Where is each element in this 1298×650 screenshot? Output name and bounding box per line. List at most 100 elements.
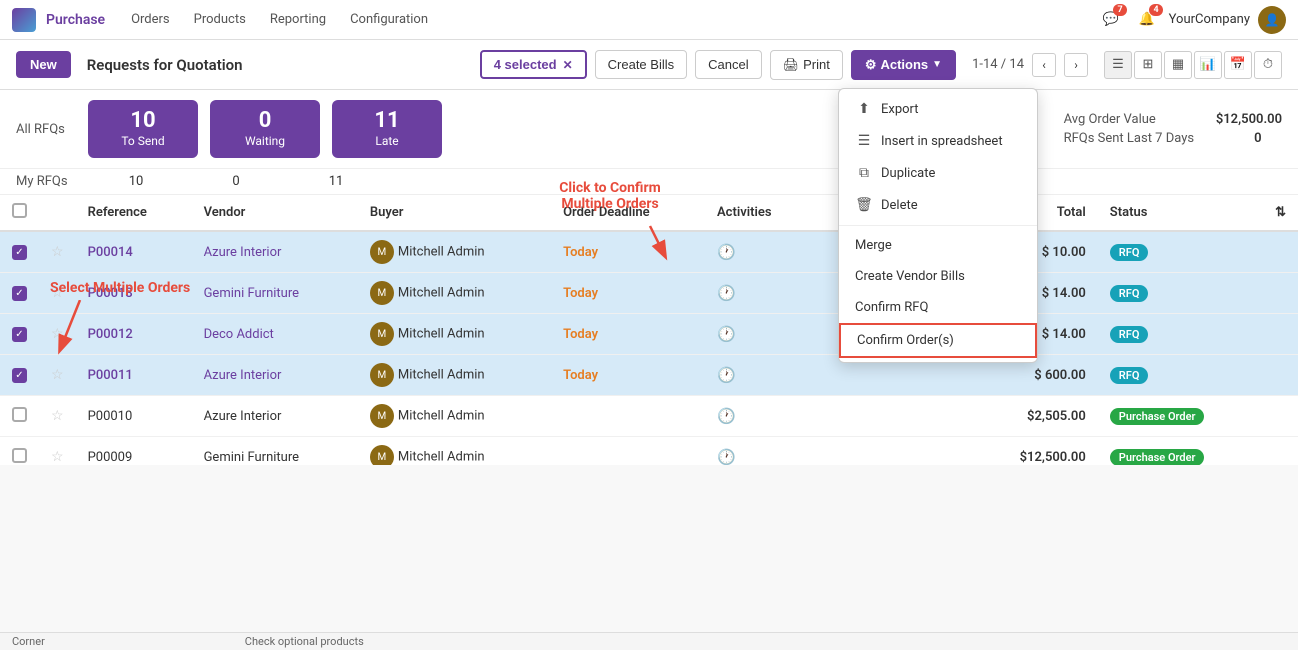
star-icon[interactable]: ☆ (51, 408, 64, 424)
row-checkbox-cell[interactable]: ✓ (0, 231, 39, 273)
export-menu-item[interactable]: ⬆ Export (839, 93, 1037, 125)
row-checkbox[interactable]: ✓ (12, 368, 27, 383)
my-rfqs-label[interactable]: My RFQs (16, 174, 76, 189)
row-checkbox-cell[interactable]: ✓ (0, 314, 39, 355)
vendor-link[interactable]: Azure Interior (204, 368, 282, 383)
confirm-orders-menu-item[interactable]: Confirm Order(s) (839, 323, 1037, 358)
row-reference[interactable]: P00012 (76, 314, 192, 355)
clear-selection-icon[interactable]: ✕ (563, 58, 573, 72)
vendor-link[interactable]: Azure Interior (204, 245, 282, 260)
row-checkbox[interactable] (12, 407, 27, 422)
reference-link[interactable]: P00013 (88, 286, 133, 301)
delete-menu-item[interactable]: 🗑 Delete (839, 189, 1037, 221)
clock-icon[interactable]: 🕐 (717, 407, 736, 425)
prev-page-button[interactable]: ‹ (1032, 53, 1056, 77)
row-reference[interactable]: P00009 (76, 437, 192, 466)
grid-view-icon[interactable]: ▦ (1164, 51, 1192, 79)
row-checkbox-cell[interactable] (0, 396, 39, 437)
row-activity[interactable]: 🕐 (705, 396, 939, 437)
waiting-card[interactable]: 0 Waiting (210, 100, 320, 158)
list-view-icon[interactable]: ☰ (1104, 51, 1132, 79)
row-star-cell[interactable]: ☆ (39, 314, 76, 355)
row-star-cell[interactable]: ☆ (39, 231, 76, 273)
reference-link[interactable]: P00014 (88, 245, 133, 260)
vendor-link[interactable]: Gemini Furniture (204, 286, 299, 301)
nav-products[interactable]: Products (184, 8, 256, 31)
print-button[interactable]: 🖨 Print (770, 50, 843, 80)
calendar-view-icon[interactable]: 📅 (1224, 51, 1252, 79)
row-star-cell[interactable]: ☆ (39, 396, 76, 437)
clock-icon[interactable]: 🕐 (717, 448, 736, 465)
merge-menu-item[interactable]: Merge (839, 230, 1037, 261)
vendor-header[interactable]: Vendor (192, 195, 358, 231)
reference-header[interactable]: Reference (76, 195, 192, 231)
star-icon[interactable]: ☆ (51, 326, 64, 342)
new-button[interactable]: New (16, 51, 71, 78)
row-status: Purchase Order (1098, 396, 1263, 437)
late-card[interactable]: 11 Late (332, 100, 442, 158)
to-send-card[interactable]: 10 To Send (88, 100, 198, 158)
app-name[interactable]: Purchase (46, 12, 105, 28)
rfqs-sent-value: 0 (1254, 131, 1261, 146)
to-send-count: 10 (108, 110, 178, 132)
row-vendor[interactable]: Deco Addict (192, 314, 358, 355)
actions-button[interactable]: ⚙ ⚙ Actions Actions ▼ (851, 50, 956, 80)
settings-header[interactable]: ⇅ (1263, 195, 1298, 231)
select-all-checkbox[interactable] (12, 203, 27, 218)
nav-reporting[interactable]: Reporting (260, 8, 336, 31)
star-icon[interactable]: ☆ (51, 285, 64, 301)
row-vendor[interactable]: Azure Interior (192, 355, 358, 396)
user-avatar[interactable]: 👤 (1258, 6, 1286, 34)
row-reference[interactable]: P00014 (76, 231, 192, 273)
reference-link[interactable]: P00011 (88, 368, 133, 383)
row-reference[interactable]: P00011 (76, 355, 192, 396)
row-checkbox-cell[interactable] (0, 437, 39, 466)
row-checkbox-cell[interactable]: ✓ (0, 273, 39, 314)
kanban-view-icon[interactable]: ⊞ (1134, 51, 1162, 79)
row-checkbox[interactable]: ✓ (12, 327, 27, 342)
row-star-cell[interactable]: ☆ (39, 273, 76, 314)
row-checkbox-cell[interactable]: ✓ (0, 355, 39, 396)
row-checkbox[interactable]: ✓ (12, 286, 27, 301)
row-checkbox[interactable] (12, 448, 27, 463)
create-bills-button[interactable]: Create Bills (595, 50, 687, 79)
clock-icon[interactable]: 🕐 (717, 366, 736, 384)
table-row: ☆ P00009 Gemini Furniture MMitchell Admi… (0, 437, 1298, 466)
star-icon[interactable]: ☆ (51, 449, 64, 465)
messages-icon[interactable]: 💬 7 (1097, 6, 1125, 34)
status-header[interactable]: Status (1098, 195, 1263, 231)
clock-icon[interactable]: 🕐 (717, 325, 736, 343)
row-vendor[interactable]: Gemini Furniture (192, 273, 358, 314)
create-vendor-bills-menu-item[interactable]: Create Vendor Bills (839, 261, 1037, 292)
nav-configuration[interactable]: Configuration (340, 8, 438, 31)
star-icon[interactable]: ☆ (51, 367, 64, 383)
row-extra (1263, 396, 1298, 437)
row-checkbox[interactable]: ✓ (12, 245, 27, 260)
star-icon[interactable]: ☆ (51, 244, 64, 260)
clock-icon[interactable]: 🕐 (717, 243, 736, 261)
rfq-badge: RFQ (1110, 326, 1149, 343)
row-star-cell[interactable]: ☆ (39, 437, 76, 466)
next-page-button[interactable]: › (1064, 53, 1088, 77)
nav-orders[interactable]: Orders (121, 8, 180, 31)
confirm-rfq-menu-item[interactable]: Confirm RFQ (839, 292, 1037, 323)
reference-link[interactable]: P00012 (88, 327, 133, 342)
notifications-icon[interactable]: 🔔 4 (1133, 6, 1161, 34)
buyer-header[interactable]: Buyer (358, 195, 551, 231)
clock-icon[interactable]: 🕐 (717, 284, 736, 302)
duplicate-menu-item[interactable]: ⧉ Duplicate (839, 157, 1037, 189)
settings-view-icon[interactable]: ⏱ (1254, 51, 1282, 79)
row-star-cell[interactable]: ☆ (39, 355, 76, 396)
vendor-link[interactable]: Deco Addict (204, 327, 274, 342)
cancel-button[interactable]: Cancel (695, 50, 761, 79)
insert-spreadsheet-menu-item[interactable]: ☰ Insert in spreadsheet (839, 125, 1037, 157)
selected-count-button[interactable]: 4 selected ✕ (480, 50, 587, 79)
chart-view-icon[interactable]: 📊 (1194, 51, 1222, 79)
all-rfqs-label[interactable]: All RFQs (16, 122, 76, 137)
select-all-header[interactable] (0, 195, 39, 231)
row-vendor[interactable]: Azure Interior (192, 231, 358, 273)
row-reference[interactable]: P00010 (76, 396, 192, 437)
row-activity[interactable]: 🕐 (705, 437, 939, 466)
order-deadline-header[interactable]: Order Deadline (551, 195, 705, 231)
row-reference[interactable]: P00013 (76, 273, 192, 314)
